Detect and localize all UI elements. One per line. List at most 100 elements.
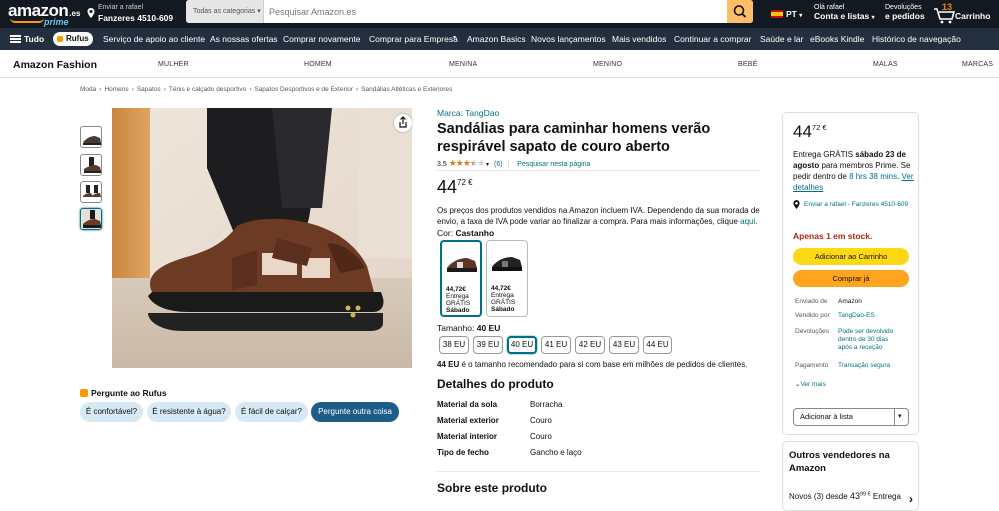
nav-all[interactable]: Tudo <box>24 34 44 44</box>
fashion-category[interactable]: MENINO <box>593 61 622 68</box>
cart-button[interactable]: 13 Carrinho <box>933 2 997 26</box>
fashion-brand[interactable]: Amazon Fashion <box>13 59 97 71</box>
swatch-image <box>492 257 522 271</box>
nav-item[interactable]: Continuar a comprar <box>674 34 751 44</box>
recommend-size: 44 EU <box>437 360 460 369</box>
price-fraction: 72 <box>457 178 466 187</box>
nav-item[interactable]: Saúde e lar <box>760 34 803 44</box>
rufus-chip[interactable]: É confortável? <box>80 402 143 422</box>
nav-item[interactable]: Histórico de navegação <box>872 34 961 44</box>
share-button[interactable] <box>394 114 412 132</box>
menu-icon[interactable] <box>10 35 21 43</box>
thumbnail[interactable] <box>80 181 102 203</box>
nav-item[interactable]: Novos lançamentos <box>531 34 606 44</box>
breadcrumb-item[interactable]: Moda <box>80 86 96 93</box>
add-to-list-button[interactable]: Adicionar à lista ▾ <box>793 408 909 426</box>
returns-orders[interactable]: Devoluções e pedidos <box>885 3 925 22</box>
rufus-button[interactable]: Rufus <box>53 32 93 46</box>
swatch-price: 44,72€ <box>491 285 511 292</box>
chevron-down-icon: ▾ <box>799 13 803 19</box>
color-label-row: Cor: Castanho <box>437 228 494 238</box>
chevron-down-icon[interactable]: ▾ <box>486 162 489 168</box>
size-option[interactable]: 41 EU <box>541 336 571 354</box>
search-button[interactable] <box>727 0 753 23</box>
nav-item[interactable]: Mais vendidos <box>612 34 666 44</box>
account-menu[interactable]: Olá rafael Conta e listas ▾ <box>814 3 875 23</box>
breadcrumb-item[interactable]: Homens <box>104 86 128 93</box>
info-key: Devoluções <box>795 328 829 335</box>
brand-link[interactable]: Marca: TangDao <box>437 108 499 118</box>
nav-item[interactable]: Comprar para Empresa <box>369 34 458 44</box>
add-list-dropdown[interactable]: ▾ <box>894 409 908 425</box>
search-page-link[interactable]: Pesquisar nesta página <box>517 161 590 168</box>
see-more-link[interactable]: ⌄Ver mais <box>795 380 826 388</box>
rufus-icon <box>80 389 88 397</box>
nav-item[interactable]: Comprar novamente <box>283 34 360 44</box>
breadcrumb-item[interactable]: Sandálias Atléticas e Exteriores <box>361 86 452 93</box>
details-heading: Detalhes do produto <box>437 377 554 391</box>
size-option[interactable]: 38 EU <box>439 336 469 354</box>
rating-value: 3.5 <box>437 161 447 168</box>
chevron-right-icon: › <box>249 86 252 93</box>
info-key: Vendido por <box>795 312 830 319</box>
size-value: 40 EU <box>476 323 501 333</box>
thumbnail-selected[interactable] <box>80 208 102 230</box>
color-swatch-brown[interactable]: 44,72€ Entrega GRÁTIS Sábado <box>440 240 482 317</box>
chevron-right-icon[interactable]: › <box>909 492 913 506</box>
deliver-address-link[interactable]: Enviar a rafael - Fanzeres 4510-609 <box>793 200 913 209</box>
thumbnail[interactable] <box>80 126 102 148</box>
swatch-line1: Entrega <box>491 292 514 299</box>
swatch-line2: GRÁTIS <box>446 300 471 307</box>
payment-link[interactable]: Transação segura <box>838 362 890 370</box>
breadcrumb-item[interactable]: Sapatos <box>137 86 161 93</box>
fashion-category[interactable]: MALAS <box>873 61 898 68</box>
size-label-row: Tamanho: 40 EU <box>437 323 500 333</box>
search-input[interactable] <box>266 0 726 23</box>
info-key: Enviado de <box>795 298 828 305</box>
fashion-category[interactable]: BEBÉ <box>738 61 757 68</box>
amazon-logo[interactable]: amazon.es prime <box>8 2 80 27</box>
rufus-ask-other[interactable]: Pergunte outra coisa <box>311 402 399 422</box>
product-price: 4472 € <box>437 177 473 198</box>
breadcrumb-item[interactable]: Ténis e calçado desportivo <box>169 86 246 93</box>
other-sellers-offer[interactable]: Novos (3) desde 4399 € Entrega <box>789 491 901 501</box>
nav-item[interactable]: As nossas ofertas <box>210 34 278 44</box>
fashion-category[interactable]: MARCAS <box>962 61 993 68</box>
price-fraction: 72 <box>811 123 821 132</box>
vat-link[interactable]: aqui <box>740 217 755 226</box>
size-option[interactable]: 39 EU <box>473 336 503 354</box>
size-option[interactable]: 44 EU <box>643 336 672 354</box>
location-pin-icon <box>87 8 95 18</box>
fashion-category[interactable]: MENINA <box>449 61 477 68</box>
chevron-down-icon: ▾ <box>898 413 902 420</box>
nav-item[interactable]: Amazon Basics <box>467 34 526 44</box>
language-selector[interactable]: PT ▾ <box>771 9 802 19</box>
rufus-chip[interactable]: É resistente à água? <box>147 402 231 422</box>
search-category-select[interactable]: Todas as categorias ▾ <box>186 0 264 23</box>
ship-pre: Entrega GRÁTIS <box>793 150 854 159</box>
seller-link[interactable]: TangDao-ES <box>838 312 875 320</box>
add-to-cart-button[interactable]: Adicionar ao Carrinho <box>793 248 909 265</box>
size-option[interactable]: 42 EU <box>575 336 605 354</box>
swatch-image <box>447 258 477 272</box>
swatch-line3: Sábado <box>446 307 470 314</box>
size-option[interactable]: 43 EU <box>609 336 639 354</box>
size-option-selected[interactable]: 40 EU <box>507 336 537 354</box>
nav-item[interactable]: Serviço de apoio ao cliente <box>103 34 205 44</box>
offers-delivery: Entrega <box>872 492 901 501</box>
detail-key: Tipo de fecho <box>437 448 489 457</box>
returns-link[interactable]: Pode ser devolvido dentro de 30 dias apó… <box>838 328 903 352</box>
breadcrumb-item[interactable]: Sapatos Desportivos e de Exterior <box>254 86 353 93</box>
reviews-count[interactable]: (6) <box>494 161 503 168</box>
deliver-to[interactable]: Enviar a rafael Fanzeres 4510-609 <box>87 3 173 23</box>
buy-now-button[interactable]: Comprar já <box>793 270 909 287</box>
rufus-chip[interactable]: É fácil de calçar? <box>235 402 308 422</box>
rufus-icon <box>57 36 63 42</box>
star-icon[interactable]: ★★★★★ <box>449 158 485 168</box>
nav-item[interactable]: eBooks Kindle <box>810 34 864 44</box>
main-product-image[interactable] <box>112 108 412 368</box>
color-swatch-black[interactable]: 44,72€ Entrega GRÁTIS Sábado <box>486 240 528 317</box>
fashion-category[interactable]: MULHER <box>158 61 189 68</box>
fashion-category[interactable]: HOMEM <box>304 61 332 68</box>
thumbnail[interactable] <box>80 154 102 176</box>
